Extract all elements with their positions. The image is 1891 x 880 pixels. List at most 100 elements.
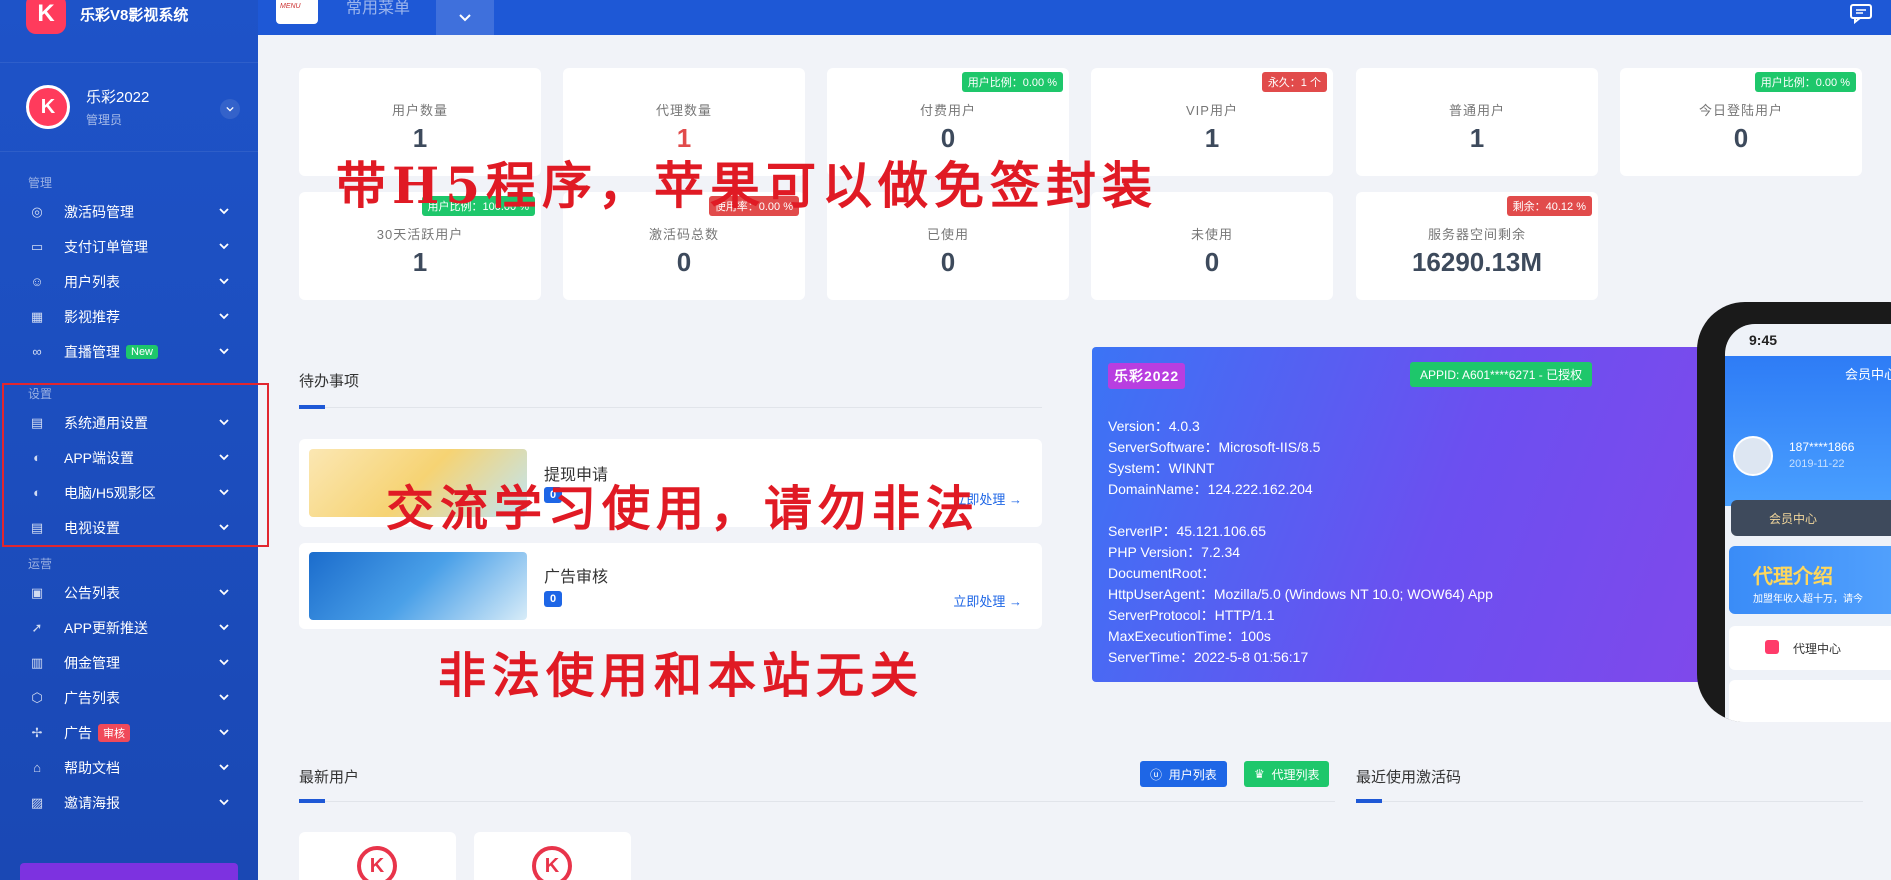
todo-card-ad-review[interactable]: 广告审核 0 立即处理 → [299, 543, 1042, 629]
newest-users-divider [299, 801, 1335, 802]
user-circle-icon: ⓤ [1150, 767, 1163, 782]
stat-label: 用户数量 [391, 103, 448, 118]
stat-label: 已使用 [926, 227, 969, 242]
stat-label: 服务器空间剩余 [1427, 227, 1526, 242]
stat-card: 用户比例：0.00 % 今日登陆用户 0 [1620, 68, 1862, 176]
user-list-button[interactable]: ⓤ 用户列表 [1140, 761, 1227, 787]
wallet-icon: ▭ [30, 238, 44, 254]
agent-list-label: 代理列表 [1271, 767, 1320, 782]
manage-nav: ◎ 激活码管理 ▭ 支付订单管理 ☺ 用户列表 ▦ 影视推荐 ∞ 直播管理 New [0, 194, 258, 369]
stat-value: 16290.13M [1411, 247, 1543, 277]
stat-label: 未使用 [1190, 227, 1233, 242]
chevron-down-icon [219, 278, 229, 285]
phone-banner-title: 代理介绍 [1753, 564, 1833, 588]
commission-icon: ▥ [30, 654, 44, 670]
sidebar-item[interactable]: ✢ 广告 审核 [0, 715, 258, 750]
phone-banner-sub: 加盟年收入超十万，请今 [1753, 594, 1863, 605]
agent-list-button[interactable]: ♛ 代理列表 [1244, 761, 1330, 787]
stat-value: 0 [676, 247, 692, 277]
user-tile[interactable]: K [474, 832, 631, 880]
sidebar-item-label: 激活码管理 [64, 203, 134, 220]
phone-banner: 代理介绍 加盟年收入超十万，请今 [1729, 546, 1891, 614]
tag-icon: ⌂ [33, 760, 41, 775]
message-icon[interactable] [1849, 2, 1873, 25]
notice-icon: ▣ [30, 584, 44, 600]
server-info-line: ServerIP：45.121.106.65 [1108, 523, 1266, 539]
megaphone-icon: ✢ [31, 724, 43, 740]
menu-logo[interactable]: MENU [276, 0, 318, 24]
sidebar-item[interactable]: ⌂ 帮助文档 [0, 750, 258, 785]
sidebar-item-label: 佣金管理 [64, 654, 120, 671]
todo-divider [299, 407, 1042, 408]
topbar-dropdown-button[interactable] [436, 0, 494, 35]
stat-badge: 用户比例：0.00 % [961, 72, 1063, 92]
topbar: MENU 常用菜单 [258, 0, 1891, 35]
chevron-down-icon [219, 208, 229, 215]
server-info-line: ServerSoftware：Microsoft-IIS/8.5 [1108, 439, 1321, 455]
stat-label: 普通用户 [1448, 103, 1505, 118]
sidebar-item-label: 邀请海报 [64, 794, 120, 811]
sidebar-item[interactable]: ▨ 邀请海报 [0, 785, 258, 820]
arrow-right-icon: → [1009, 492, 1022, 507]
user-list-label: 用户列表 [1168, 767, 1217, 782]
sidebar-item[interactable]: ▭ 支付订单管理 [0, 229, 258, 264]
phone-number: 187****1866 [1789, 440, 1855, 454]
user-info: 乐彩2022 管理员 [86, 86, 149, 128]
topbar-title[interactable]: 常用菜单 [346, 0, 410, 18]
sidebar-item[interactable]: ➚ APP更新推送 [0, 610, 258, 645]
sidebar-item[interactable]: ∞ 直播管理 New [0, 334, 258, 369]
stat-badge: 剩余：40.12 % [1506, 196, 1592, 216]
sidebar-item-label: 影视推荐 [64, 308, 120, 325]
sidebar-item[interactable]: ▥ 佣金管理 [0, 645, 258, 680]
todo-item-action[interactable]: 立即处理 → [953, 591, 1022, 610]
chevron-down-icon [459, 13, 471, 21]
watermark-line-3: 非法使用和本站无关 [438, 648, 925, 704]
chevron-down-icon [219, 764, 229, 771]
fingerprint-icon: ◎ [31, 203, 43, 219]
crown-icon: ♛ [1254, 767, 1265, 781]
server-info-line: MaxExecutionTime：100s [1108, 628, 1271, 644]
stat-label: 今日登陆用户 [1698, 103, 1783, 118]
user-tile-logo-icon: K [357, 846, 397, 880]
sidebar-item-badge: 审核 [98, 723, 130, 742]
sidebar-item[interactable]: ▦ 影视推荐 [0, 299, 258, 334]
sidebar-item[interactable]: ⬡ 广告列表 [0, 680, 258, 715]
stat-value: 0 [940, 247, 956, 277]
server-info-line: System：WINNT [1108, 460, 1215, 476]
stat-label: 激活码总数 [648, 227, 719, 242]
highlight-box [2, 383, 269, 547]
chevron-down-icon [219, 799, 229, 806]
server-brand: 乐彩2022 [1108, 363, 1186, 389]
user-box[interactable]: K 乐彩2022 管理员 [0, 62, 258, 152]
sidebar-item[interactable]: ☺ 用户列表 [0, 264, 258, 299]
sidebar-item-label: 帮助文档 [64, 759, 120, 776]
newest-users-accent [299, 799, 325, 803]
ad-review-illustration [309, 552, 527, 620]
sidebar-item[interactable]: ◎ 激活码管理 [0, 194, 258, 229]
chevron-down-icon [219, 589, 229, 596]
phone-vip-label: 会员中心 [1769, 512, 1818, 526]
chevron-down-icon [219, 313, 229, 320]
chevron-down-icon [219, 694, 229, 701]
user-tile[interactable]: K [299, 832, 456, 880]
chevron-down-icon [219, 729, 229, 736]
agent-icon [1765, 640, 1779, 654]
phone-header-title: 会员中心 [1845, 367, 1891, 382]
server-info-line: DomainName：124.222.162.204 [1108, 481, 1313, 497]
phone-time: 9:45 [1749, 332, 1778, 348]
stat-label: 30天活跃用户 [376, 227, 464, 242]
sidebar-item[interactable]: ▣ 公告列表 [0, 575, 258, 610]
chevron-down-icon[interactable] [220, 99, 240, 119]
phone-avatar [1733, 436, 1773, 476]
sidebar-item-label: 广告列表 [64, 689, 120, 706]
stat-badge: 用户比例：0.00 % [1754, 72, 1856, 92]
brand-logo-icon: K [26, 0, 66, 34]
sidebar-item-label: APP更新推送 [64, 619, 149, 636]
section-label-manage: 管理 [28, 176, 53, 190]
sidebar-bottom-button[interactable] [20, 863, 238, 880]
phone-date: 2019-11-22 [1789, 458, 1845, 470]
todo-title: 待办事项 [299, 373, 360, 390]
phone-vip-bar: 会员中心 [1731, 500, 1891, 536]
brand[interactable]: K 乐彩V8影视系统 [0, 0, 258, 40]
brand-title: 乐彩V8影视系统 [80, 6, 189, 24]
